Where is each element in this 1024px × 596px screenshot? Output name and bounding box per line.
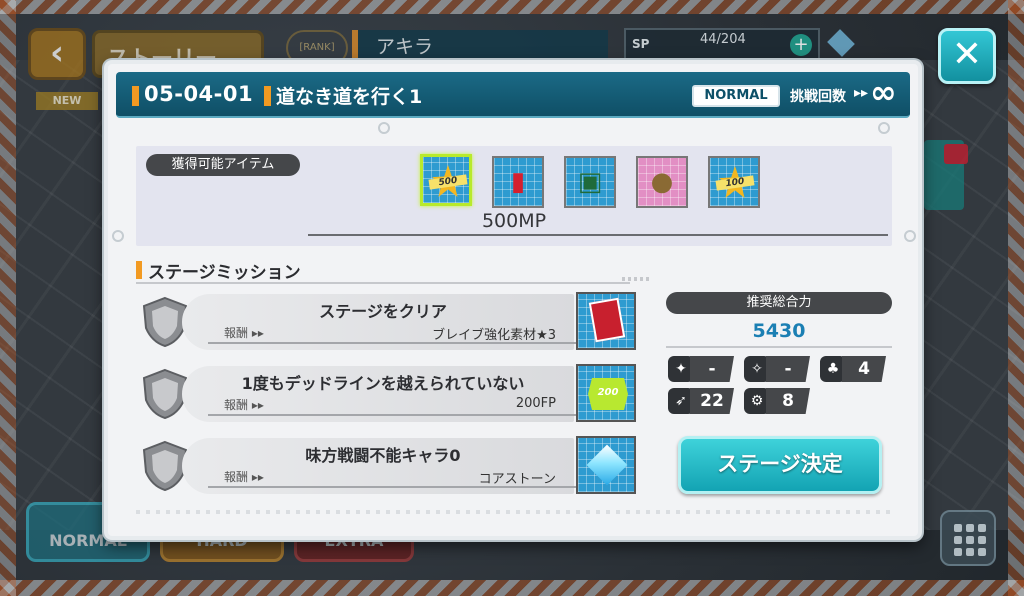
obtainable-items-panel: 獲得可能アイテム 500 ▮ ▣ ● 100 500MP <box>136 146 892 246</box>
item-star-ticket-500[interactable]: 500 <box>420 154 472 206</box>
recommended-power-value: 5430 <box>752 320 806 342</box>
stat-value: - <box>690 356 734 382</box>
dialog-header: 05-04-01 道なき道を行く1 NORMAL 挑戦回数 ▸▸ ∞ <box>116 72 910 118</box>
fp-token-icon: 200 <box>588 378 628 410</box>
divider-dots <box>136 510 892 514</box>
close-icon: ✕ <box>951 34 983 75</box>
sp-label: SP <box>632 37 650 51</box>
item-money-bag[interactable]: ● <box>636 156 688 208</box>
stage-title: 道なき道を行く1 <box>276 86 423 108</box>
mission-title: ステージをクリア <box>319 302 447 321</box>
header-accent-bar <box>132 86 139 106</box>
close-button[interactable]: ✕ <box>938 28 996 84</box>
menu-grid-button <box>940 510 996 566</box>
chevron-left-icon: ‹ <box>49 33 64 73</box>
reward-item-icon[interactable]: 200 <box>576 364 636 422</box>
hazard-frame-left <box>0 0 16 596</box>
attribute-stat: ⚙ 8 <box>744 388 810 414</box>
reward-label: 報酬 ▸▸ <box>224 470 264 484</box>
divider <box>666 346 892 348</box>
hazard-frame-top <box>0 0 1024 14</box>
red-book-icon: ▮ <box>510 167 526 197</box>
back-button: ‹ <box>28 28 86 80</box>
divider <box>136 282 630 284</box>
stat-value: 8 <box>766 388 810 414</box>
double-arrow-icon: ▸▸ <box>854 85 869 101</box>
reward-value: ブレイブ強化素材★3 <box>432 328 556 343</box>
locked-panel <box>924 140 968 210</box>
stat-value: 22 <box>690 388 734 414</box>
attribute-stat: ➶ 22 <box>668 388 734 414</box>
stat-value: 4 <box>842 356 886 382</box>
reward-item-icon[interactable] <box>576 436 636 494</box>
stage-code: 05-04-01 <box>144 82 254 106</box>
mission-item: ステージをクリア 報酬 ▸▸ ブレイブ強化素材★3 <box>138 292 650 352</box>
item-green-chip[interactable]: ▣ <box>564 156 616 208</box>
money-bag-icon: ● <box>650 167 674 197</box>
frame-notch <box>904 230 916 242</box>
divider <box>208 486 576 488</box>
sp-value: 44/204 <box>700 32 746 47</box>
reward-label: 報酬 ▸▸ <box>224 398 264 412</box>
attribute-stat: ✧ - <box>744 356 810 382</box>
selected-item-value: 500MP <box>481 210 547 232</box>
frame-notch <box>378 122 390 134</box>
header-accent-bar <box>264 86 271 106</box>
divider <box>208 414 576 416</box>
reward-value: 200FP <box>515 396 556 411</box>
frame-notch <box>878 122 890 134</box>
attribute-stat: ✦ - <box>668 356 734 382</box>
hazard-frame-right <box>1008 0 1024 596</box>
sp-gauge: SP 44/204 + <box>624 28 820 62</box>
player-name: アキラ <box>352 30 608 60</box>
stage-decide-button[interactable]: ステージ決定 <box>678 436 882 494</box>
divider <box>308 234 888 236</box>
mission-title: 味方戦闘不能キャラ0 <box>305 446 461 465</box>
divider <box>208 342 576 344</box>
mission-title: 1度もデッドラインを越えられていない <box>241 374 525 393</box>
recommended-power-label: 推奨総合力 <box>666 292 892 314</box>
hazard-frame-bottom <box>0 580 1024 596</box>
reward-item-icon[interactable] <box>576 292 636 350</box>
obtainable-items-label: 獲得可能アイテム <box>146 154 300 176</box>
attribute-stat: ♣ 4 <box>820 356 886 382</box>
reward-label: 報酬 ▸▸ <box>224 326 264 340</box>
mission-item: 味方戦闘不能キャラ0 報酬 ▸▸ コアストーン <box>138 436 650 496</box>
chip-icon: ▣ <box>577 167 603 197</box>
stat-value: - <box>766 356 810 382</box>
gem-icon <box>827 29 855 57</box>
new-badge: NEW <box>36 92 98 110</box>
frame-notch <box>112 230 124 242</box>
sp-plus-icon: + <box>790 34 812 56</box>
item-star-ticket-100[interactable]: 100 <box>708 156 760 208</box>
mission-item: 1度もデッドラインを越えられていない 報酬 ▸▸ 200FP 200 <box>138 364 650 424</box>
red-book-icon <box>588 297 626 343</box>
reward-value: コアストーン <box>478 472 556 487</box>
difficulty-badge: NORMAL <box>692 85 780 107</box>
stage-detail-dialog: 05-04-01 道なき道を行く1 NORMAL 挑戦回数 ▸▸ ∞ 獲得可能ア… <box>104 60 922 540</box>
item-red-card-book[interactable]: ▮ <box>492 156 544 208</box>
lock-icon <box>944 144 968 164</box>
infinity-icon: ∞ <box>870 73 897 111</box>
challenge-count-label: 挑戦回数 <box>790 89 846 105</box>
stage-mission-heading: ステージミッション <box>148 263 301 283</box>
divider-dots <box>622 277 652 281</box>
core-stone-icon <box>586 444 628 486</box>
